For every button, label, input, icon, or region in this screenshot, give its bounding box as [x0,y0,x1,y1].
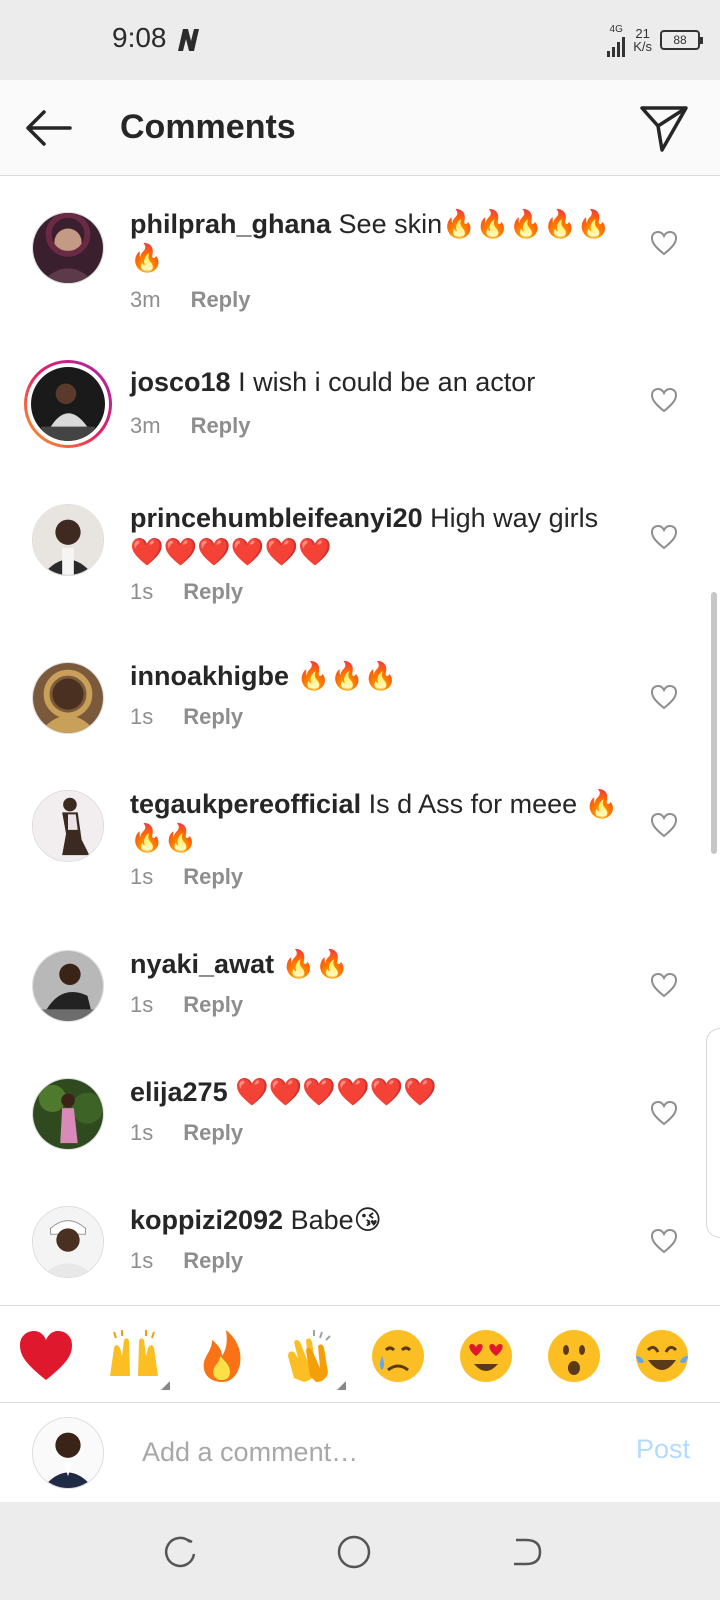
reply-button[interactable]: Reply [183,1120,243,1146]
comment-message: 🔥🔥🔥 [296,661,398,691]
comment-username[interactable]: koppizi2092 [130,1205,283,1235]
speed-indicator: 21 K/s [633,27,652,53]
skin-tone-indicator [337,1381,346,1390]
comment-list[interactable]: philprah_ghana See skin🔥🔥🔥🔥🔥🔥 3m Reply j… [0,177,720,1305]
comment-username[interactable]: philprah_ghana [130,209,331,239]
comment-message: ❤️❤️❤️❤️❤️❤️ [235,1077,437,1107]
battery-icon: 88 [660,30,703,50]
comment-time: 3m [130,413,161,438]
scrollbar[interactable] [711,592,717,854]
comment-message: Babe😘 [290,1205,382,1235]
comment-meta: 1s Reply [130,992,243,1018]
reply-button[interactable]: Reply [183,1248,243,1274]
heart-outline-icon[interactable] [650,684,678,710]
comment-text: tegaukpereofficial Is d Ass for meee 🔥🔥🔥 [130,787,620,855]
heart-outline-icon[interactable] [650,524,678,550]
fire-icon[interactable] [192,1326,252,1386]
system-nav-bar [0,1502,720,1600]
side-panel-handle[interactable] [706,1028,720,1238]
comment-meta: 1s Reply [130,1248,243,1274]
red-heart-icon[interactable] [16,1326,76,1386]
avatar-story-ring[interactable] [24,360,112,448]
status-indicators: 4G 21 K/s 88 [607,22,703,58]
comment-compose-bar: Post [0,1404,720,1502]
status-time: 9:08 [112,22,167,53]
comment-time: 1s [130,579,154,604]
my-avatar [32,1417,104,1489]
comment-username[interactable]: josco18 [130,367,231,397]
reply-button[interactable]: Reply [183,704,243,730]
avatar[interactable] [32,212,104,284]
heart-outline-icon[interactable] [650,1228,678,1254]
comment-text: nyaki_awat 🔥🔥 [130,947,620,981]
comment-username[interactable]: elija275 [130,1077,228,1107]
emoji-quick-bar [0,1305,720,1403]
heart-outline-icon[interactable] [650,387,678,413]
comment-time: 1s [130,1120,154,1145]
comment-meta: 1s Reply [130,579,243,605]
reply-button[interactable]: Reply [183,579,243,605]
comment-time: 1s [130,1248,154,1273]
paper-plane-icon[interactable] [638,102,690,154]
comment-text: josco18 I wish i could be an actor [130,365,620,399]
home-icon[interactable] [334,1532,374,1572]
comment-time: 1s [130,992,154,1017]
comment-username[interactable]: princehumbleifeanyi20 [130,503,423,533]
skin-tone-indicator [161,1381,170,1390]
comment-message: I wish i could be an actor [238,367,536,397]
comment-time: 1s [130,864,154,889]
avatar[interactable] [32,1206,104,1278]
comment-input[interactable] [142,1432,592,1472]
signal-icon [607,35,626,57]
comment-meta: 3m Reply [130,287,250,313]
avatar[interactable] [32,1078,104,1150]
heart-outline-icon[interactable] [650,1100,678,1126]
battery-level: 88 [673,33,687,47]
page-title: Comments [120,108,296,146]
comment-meta: 3m Reply [130,413,250,439]
raising-hands-icon[interactable] [104,1326,170,1390]
heart-outline-icon[interactable] [650,972,678,998]
comment-username[interactable]: tegaukpereofficial [130,789,361,819]
comment-text: innoakhigbe 🔥🔥🔥 [130,659,620,693]
comment-meta: 1s Reply [130,864,243,890]
heart-outline-icon[interactable] [650,812,678,838]
comment-text: koppizi2092 Babe😘 [130,1203,620,1237]
reply-button[interactable]: Reply [183,864,243,890]
comment-text: elija275 ❤️❤️❤️❤️❤️❤️ [130,1075,620,1109]
back-nav-icon[interactable] [506,1532,546,1572]
avatar[interactable] [32,504,104,576]
comment-meta: 1s Reply [130,1120,243,1146]
speed-unit: K/s [633,39,652,54]
notification-n-icon [178,29,199,51]
comment-time: 1s [130,704,154,729]
avatar[interactable] [32,662,104,734]
surprised-face-icon[interactable] [544,1326,604,1386]
post-button[interactable]: Post [636,1434,690,1465]
avatar[interactable] [32,790,104,862]
tears-of-joy-icon[interactable] [632,1326,692,1386]
comment-time: 3m [130,287,161,312]
network-type: 4G [609,23,623,35]
comment-message: 🔥🔥 [281,949,349,979]
header: Comments [0,80,720,176]
clapping-hands-icon[interactable] [280,1326,346,1390]
reply-button[interactable]: Reply [191,413,251,439]
comment-username[interactable]: innoakhigbe [130,661,289,691]
recents-icon[interactable] [160,1532,200,1572]
network-indicator: 4G [607,23,626,57]
comment-text: princehumbleifeanyi20 High way girls ❤️❤… [130,501,620,569]
avatar[interactable] [32,950,104,1022]
heart-outline-icon[interactable] [650,230,678,256]
reply-button[interactable]: Reply [191,287,251,313]
arrow-left-icon[interactable] [22,106,74,150]
crying-face-icon[interactable] [368,1326,428,1386]
comment-username[interactable]: nyaki_awat [130,949,274,979]
comment-text: philprah_ghana See skin🔥🔥🔥🔥🔥🔥 [130,207,620,275]
comment-meta: 1s Reply [130,704,243,730]
reply-button[interactable]: Reply [183,992,243,1018]
heart-eyes-icon[interactable] [456,1326,516,1386]
status-bar: 9:08 4G 21 K/s 88 [0,0,720,80]
